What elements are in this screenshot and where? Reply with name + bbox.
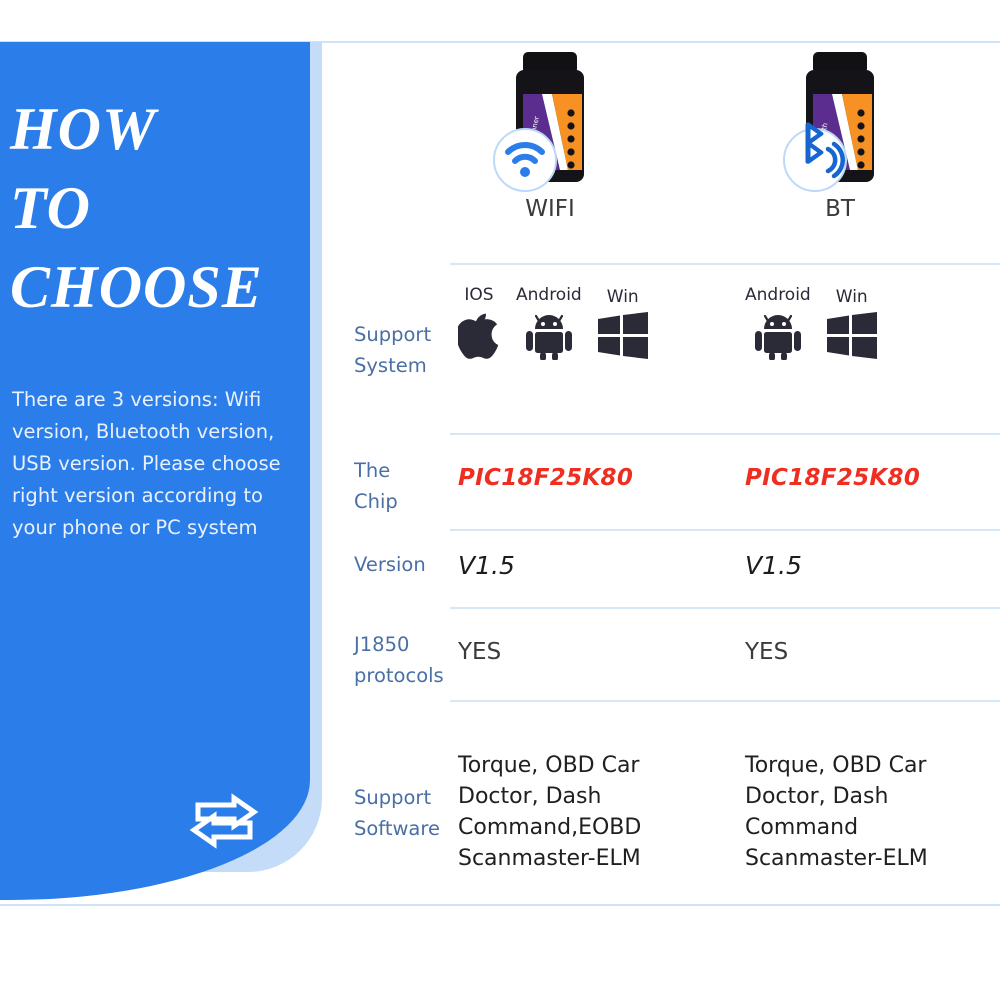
software-line-3: Command bbox=[745, 815, 859, 840]
product-cell-bt: Bluetooth BT bbox=[730, 42, 950, 263]
os-name-ios: IOS bbox=[464, 285, 494, 305]
cell-j1850-bt: YES bbox=[745, 639, 789, 665]
product-header-row: Wi-Fi Scanner WIFI bbox=[330, 42, 1000, 263]
comparison-table: Wi-Fi Scanner WIFI bbox=[330, 42, 1000, 904]
os-item-android-bt: Android bbox=[745, 285, 811, 360]
product-label-wifi: WIFI bbox=[525, 196, 575, 222]
software-line-2: Doctor, Dash bbox=[458, 784, 602, 809]
row-label-support-system: Support System bbox=[354, 319, 454, 381]
obd-dongle-wifi-image: Wi-Fi Scanner bbox=[490, 48, 610, 198]
software-line-4: Scanmaster-ELM bbox=[458, 846, 641, 871]
cell-software-bt: Torque, OBD Car Doctor, Dash Command Sca… bbox=[745, 750, 1000, 874]
cell-chip-bt: PIC18F25K80 bbox=[745, 465, 921, 491]
wifi-icon bbox=[493, 128, 557, 192]
row-label-line-1: J1850 bbox=[354, 633, 410, 656]
os-name-win: Win bbox=[606, 287, 639, 307]
row-label-version: Version bbox=[354, 549, 454, 580]
product-label-bt: BT bbox=[825, 196, 855, 222]
page-title-line-3: CHOOSE bbox=[10, 254, 263, 320]
row-label-line-1: The bbox=[354, 459, 391, 482]
row-j1850: J1850 protocols YES YES bbox=[330, 607, 1000, 700]
row-divider bbox=[450, 700, 1000, 702]
software-line-4: Scanmaster-ELM bbox=[745, 846, 928, 871]
os-item-ios: IOS bbox=[458, 285, 500, 360]
page-title: HOW TO CHOOSE bbox=[10, 90, 300, 327]
row-version: Version V1.5 V1.5 bbox=[330, 529, 1000, 607]
row-divider bbox=[450, 263, 1000, 265]
row-support-software: Support Software Torque, OBD Car Doctor,… bbox=[330, 700, 1000, 900]
os-name-android: Android bbox=[516, 285, 582, 305]
cell-version-wifi: V1.5 bbox=[458, 551, 515, 580]
exchange-arrows-icon bbox=[188, 790, 260, 852]
row-support-system: Support System IOS Android Win Android W… bbox=[330, 263, 1000, 433]
row-label-the-chip: The Chip bbox=[354, 455, 454, 517]
page-root: HOW TO CHOOSE There are 3 versions: Wifi… bbox=[0, 0, 1000, 1000]
android-icon bbox=[525, 314, 572, 360]
page-title-line-2: TO bbox=[10, 175, 91, 241]
apple-icon bbox=[458, 313, 499, 359]
os-group-wifi: IOS Android Win bbox=[458, 285, 748, 360]
cell-support-system-wifi: IOS Android Win bbox=[458, 285, 748, 360]
row-label-line-1: Support bbox=[354, 323, 432, 346]
software-line-1: Torque, OBD Car bbox=[745, 753, 927, 778]
row-label-line-2: Chip bbox=[354, 490, 398, 513]
row-label-line-2: Software bbox=[354, 817, 440, 840]
software-line-2: Doctor, Dash bbox=[745, 784, 889, 809]
os-item-android: Android bbox=[516, 285, 582, 360]
software-line-3: Command,EOBD bbox=[458, 815, 642, 840]
row-label-support-software: Support Software bbox=[354, 782, 454, 844]
obd-dongle-bt-image: Bluetooth bbox=[780, 48, 900, 198]
os-group-bt: Android Win bbox=[745, 285, 1000, 360]
row-the-chip: The Chip PIC18F25K80 PIC18F25K80 bbox=[330, 433, 1000, 529]
cell-chip-wifi: PIC18F25K80 bbox=[458, 465, 634, 491]
row-label-line-1: Support bbox=[354, 786, 432, 809]
os-name-android-bt: Android bbox=[745, 285, 811, 305]
row-divider bbox=[450, 433, 1000, 435]
os-item-win: Win bbox=[597, 287, 648, 360]
windows-icon bbox=[597, 312, 648, 359]
software-line-1: Torque, OBD Car bbox=[458, 753, 640, 778]
row-label-line-2: System bbox=[354, 354, 427, 377]
cell-software-wifi: Torque, OBD Car Doctor, Dash Command,EOB… bbox=[458, 750, 748, 874]
bottom-divider bbox=[0, 904, 1000, 906]
android-icon bbox=[754, 314, 801, 360]
row-divider bbox=[450, 529, 1000, 531]
row-label-line-2: protocols bbox=[354, 664, 444, 687]
windows-icon bbox=[826, 312, 877, 359]
cell-j1850-wifi: YES bbox=[458, 639, 502, 665]
hero-panel: HOW TO CHOOSE There are 3 versions: Wifi… bbox=[0, 42, 310, 900]
row-label-line-1: Version bbox=[354, 553, 426, 576]
hero-description: There are 3 versions: Wifi version, Blue… bbox=[12, 388, 281, 539]
page-title-line-1: HOW bbox=[10, 96, 157, 162]
os-item-win-bt: Win bbox=[826, 287, 877, 360]
os-name-win-bt: Win bbox=[835, 287, 868, 307]
row-divider bbox=[450, 607, 1000, 609]
product-cell-wifi: Wi-Fi Scanner WIFI bbox=[440, 42, 660, 263]
cell-version-bt: V1.5 bbox=[745, 551, 802, 580]
row-label-j1850: J1850 protocols bbox=[354, 629, 454, 691]
cell-support-system-bt: Android Win bbox=[745, 285, 1000, 360]
